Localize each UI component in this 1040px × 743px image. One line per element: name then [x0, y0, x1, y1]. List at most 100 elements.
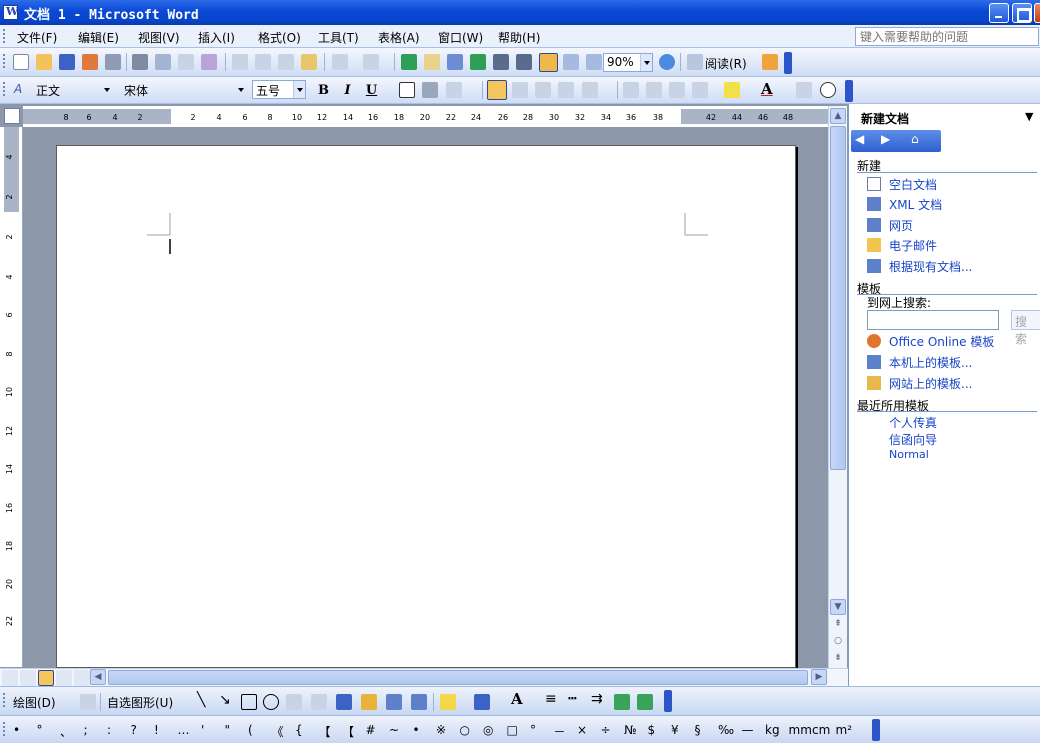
menu-table[interactable]: 表格(A)	[378, 29, 420, 46]
link-office-online-templates[interactable]: Office Online 模板	[889, 333, 994, 350]
symbol-button[interactable]: …	[178, 723, 190, 737]
menu-tools[interactable]: 工具(T)	[318, 29, 359, 46]
cut-icon[interactable]	[232, 54, 248, 70]
maximize-button[interactable]	[1012, 3, 1032, 23]
link-email[interactable]: 电子邮件	[889, 237, 937, 254]
template-search-button[interactable]: 搜索	[1011, 310, 1040, 346]
help-icon[interactable]	[659, 54, 675, 70]
style-combo[interactable]: 正文	[32, 80, 114, 99]
symbol-button[interactable]: (	[248, 723, 253, 737]
symbol-button[interactable]: :	[107, 723, 111, 737]
font-combo[interactable]: 宋体	[120, 80, 248, 99]
diagram-icon[interactable]	[361, 694, 377, 710]
word-app-icon[interactable]	[3, 5, 18, 20]
help-question-input[interactable]	[855, 27, 1039, 46]
symbol-button[interactable]: 【	[319, 723, 331, 740]
draw-menu-button[interactable]: 绘图(D)	[13, 694, 56, 711]
align-justify-icon[interactable]	[487, 80, 507, 100]
insert-excel-icon[interactable]	[470, 54, 486, 70]
link-blank-document[interactable]: 空白文档	[889, 176, 937, 193]
symbol-button[interactable]: '	[201, 723, 204, 737]
print-layout-view-icon[interactable]	[38, 670, 54, 686]
symbol-button[interactable]: －	[554, 723, 566, 740]
symbol-button[interactable]: •	[13, 723, 20, 737]
zoom-combo[interactable]: 90%	[603, 53, 653, 72]
permission-icon[interactable]	[82, 54, 98, 70]
link-web-page[interactable]: 网页	[889, 217, 913, 234]
line-style-icon[interactable]: ≡	[545, 691, 557, 707]
link-from-existing[interactable]: 根据现有文档...	[889, 258, 972, 275]
symbol-button[interactable]: !	[154, 723, 159, 737]
vertical-ruler[interactable]: 42246810121416182022	[0, 127, 23, 667]
research-icon[interactable]	[178, 54, 194, 70]
symbol-button[interactable]: ◎	[483, 723, 493, 737]
symbol-button[interactable]: {	[295, 723, 303, 737]
char-shading-icon[interactable]	[422, 82, 438, 98]
home-icon[interactable]: ⌂	[911, 132, 919, 146]
document-page[interactable]	[56, 145, 796, 668]
symbol-button[interactable]: 《	[272, 723, 284, 740]
vertical-textbox-icon[interactable]	[311, 694, 327, 710]
minimize-button[interactable]	[989, 3, 1009, 23]
forward-icon[interactable]: ▶	[881, 132, 890, 146]
menu-help[interactable]: 帮助(H)	[498, 29, 540, 46]
prev-page-button[interactable]: ⇞	[830, 617, 846, 633]
link-web-templates[interactable]: 网站上的模板...	[889, 375, 972, 392]
picture-icon[interactable]	[411, 694, 427, 710]
grip-handle[interactable]	[3, 722, 6, 736]
symbol-button[interactable]: □	[507, 723, 518, 737]
pilcrow-icon[interactable]	[586, 54, 602, 70]
symbol-button[interactable]: •	[413, 723, 420, 737]
document-map-icon[interactable]	[539, 53, 558, 72]
task-pane-menu-icon[interactable]: ▼	[1025, 110, 1033, 123]
tab-selector[interactable]	[4, 108, 20, 124]
close-button[interactable]	[1034, 3, 1040, 23]
outline-view-icon[interactable]	[56, 670, 72, 686]
symbol-button[interactable]: kg	[765, 723, 780, 737]
dash-style-icon[interactable]: ┅	[568, 691, 576, 707]
redo-icon[interactable]	[363, 54, 379, 70]
web-view-icon[interactable]	[20, 670, 36, 686]
read-mode-icon[interactable]	[687, 54, 703, 70]
scroll-up-button[interactable]: ▲	[830, 108, 846, 124]
print-icon[interactable]	[105, 54, 121, 70]
wordart-icon[interactable]	[336, 694, 352, 710]
shadow-icon[interactable]	[614, 694, 630, 710]
link-recent-letter-wizard[interactable]: 信函向导	[889, 431, 937, 448]
bullets-icon[interactable]	[646, 82, 662, 98]
columns-icon[interactable]	[493, 54, 509, 70]
textbox-icon[interactable]	[286, 694, 302, 710]
3d-icon[interactable]	[637, 694, 653, 710]
clipart-icon[interactable]	[386, 694, 402, 710]
scroll-left-button[interactable]: ◀	[90, 669, 106, 685]
align-right-icon[interactable]	[535, 82, 551, 98]
line-spacing-icon[interactable]	[582, 82, 598, 98]
rectangle-icon[interactable]	[241, 694, 257, 710]
italic-button[interactable]: I	[337, 80, 358, 101]
title-bar[interactable]: 文档 1 - Microsoft Word	[0, 0, 1040, 25]
scroll-down-button[interactable]: ▼	[830, 599, 846, 615]
link-local-templates[interactable]: 本机上的模板...	[889, 354, 972, 371]
line-icon[interactable]: ╲	[197, 692, 205, 708]
char-scaling-icon[interactable]	[446, 82, 462, 98]
grip-handle[interactable]	[3, 29, 6, 43]
scroll-thumb[interactable]	[830, 126, 846, 470]
symbol-button[interactable]: mm	[789, 723, 812, 737]
copy-icon[interactable]	[255, 54, 271, 70]
toolbar-options-icon[interactable]	[762, 54, 778, 70]
distributed-icon[interactable]	[558, 82, 574, 98]
scroll-right-button[interactable]: ▶	[811, 669, 827, 685]
drawing-icon[interactable]	[516, 54, 532, 70]
tables-borders-icon[interactable]	[424, 54, 440, 70]
symbol-button[interactable]: §	[695, 723, 701, 737]
symbol-button[interactable]: ?	[131, 723, 137, 737]
font-color-draw-icon[interactable]: A	[511, 690, 523, 708]
select-objects-icon[interactable]	[80, 694, 96, 710]
symbol-button[interactable]: ¥	[671, 723, 679, 737]
print-preview-icon[interactable]	[132, 54, 148, 70]
insert-table-icon[interactable]	[447, 54, 463, 70]
autoshapes-button[interactable]: 自选图形(U)	[107, 694, 173, 711]
next-page-button[interactable]: ⇟	[830, 651, 846, 667]
open-folder-icon[interactable]	[36, 54, 52, 70]
align-center-icon[interactable]	[512, 82, 528, 98]
